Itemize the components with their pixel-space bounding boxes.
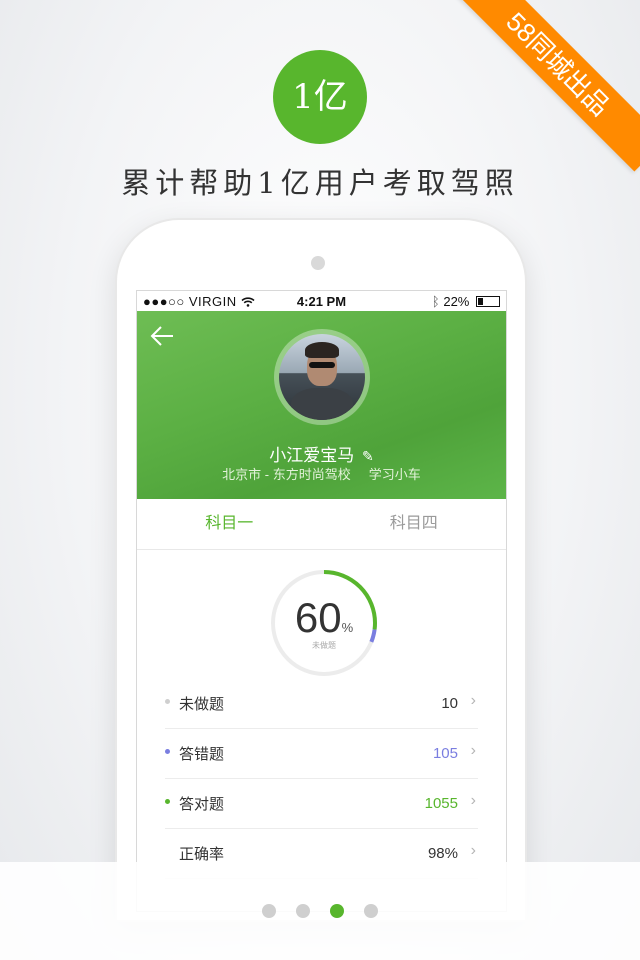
battery-icon (476, 296, 500, 307)
stat-badge: 1亿 (273, 50, 367, 144)
page-dot[interactable] (296, 904, 310, 918)
avatar-ring (274, 329, 370, 425)
camera-dot (311, 256, 325, 270)
stat-value: 1055 (424, 795, 458, 812)
chevron-right-icon: › (470, 692, 476, 709)
avatar[interactable] (279, 334, 365, 420)
progress-unit: % (341, 620, 354, 635)
status-bar: ●●●○○ VIRGIN 4:21 PM ᛒ 22% (137, 291, 506, 311)
stats-list: 未做题 10 › 答错题 105 › 答对题 1055 › 正确率 98% › (165, 679, 478, 879)
stat-row[interactable]: 答对题 1055 › (165, 779, 478, 829)
stat-label: 正确率 (179, 846, 225, 863)
stat-label: 答对题 (179, 796, 225, 813)
username-row: 小江爱宝马 ✎ (137, 441, 506, 466)
pencil-icon[interactable]: ✎ (362, 448, 374, 464)
stat-dot (165, 699, 170, 704)
stat-row[interactable]: 答错题 105 › (165, 729, 478, 779)
chevron-right-icon: › (470, 792, 476, 809)
progress-value: 60% (269, 594, 379, 642)
chevron-right-icon: › (470, 842, 476, 859)
progress-caption: 未做题 (312, 641, 336, 650)
school-info: 北京市 - 东方时尚驾校 学习小车 (137, 464, 506, 483)
status-right: ᛒ 22% (432, 294, 500, 309)
brand-ribbon: 58同城出品 (450, 0, 640, 172)
stat-dot (165, 749, 170, 754)
stat-label: 答错题 (179, 746, 225, 763)
subject-tabs: 科目一 科目四 (137, 499, 506, 550)
stat-dot (165, 849, 170, 854)
progress-ring: 60% 未做题 (269, 568, 379, 678)
tab-subject-four[interactable]: 科目四 (322, 499, 507, 549)
course-name: 学习小车 (368, 467, 421, 482)
headline: 累计帮助1亿用户考取驾照 (121, 166, 519, 200)
back-arrow-icon[interactable] (149, 323, 177, 351)
stat-value: 105 (432, 745, 458, 762)
page-dot[interactable] (330, 904, 344, 918)
stat-dot (165, 799, 170, 804)
battery-percent: 22% (443, 294, 470, 309)
school-name: 北京市 - 东方时尚驾校 (222, 467, 351, 482)
username: 小江爱宝马 (269, 446, 355, 465)
stat-value: 98% (427, 845, 458, 862)
page-dot[interactable] (364, 904, 378, 918)
progress-number: 60 (294, 594, 342, 641)
profile-header: 小江爱宝马 ✎ 北京市 - 东方时尚驾校 学习小车 (137, 311, 506, 499)
bluetooth-icon: ᛒ (431, 294, 440, 309)
phone-screen: ●●●○○ VIRGIN 4:21 PM ᛒ 22% 小江爱宝马 ✎ 北京市 -… (136, 290, 507, 912)
page-indicator (0, 904, 640, 923)
stat-label: 未做题 (179, 696, 225, 713)
tab-subject-one[interactable]: 科目一 (137, 499, 322, 549)
stat-row[interactable]: 未做题 10 › (165, 679, 478, 729)
chevron-right-icon: › (470, 742, 476, 759)
page-dot[interactable] (262, 904, 276, 918)
stat-value: 10 (441, 695, 458, 712)
